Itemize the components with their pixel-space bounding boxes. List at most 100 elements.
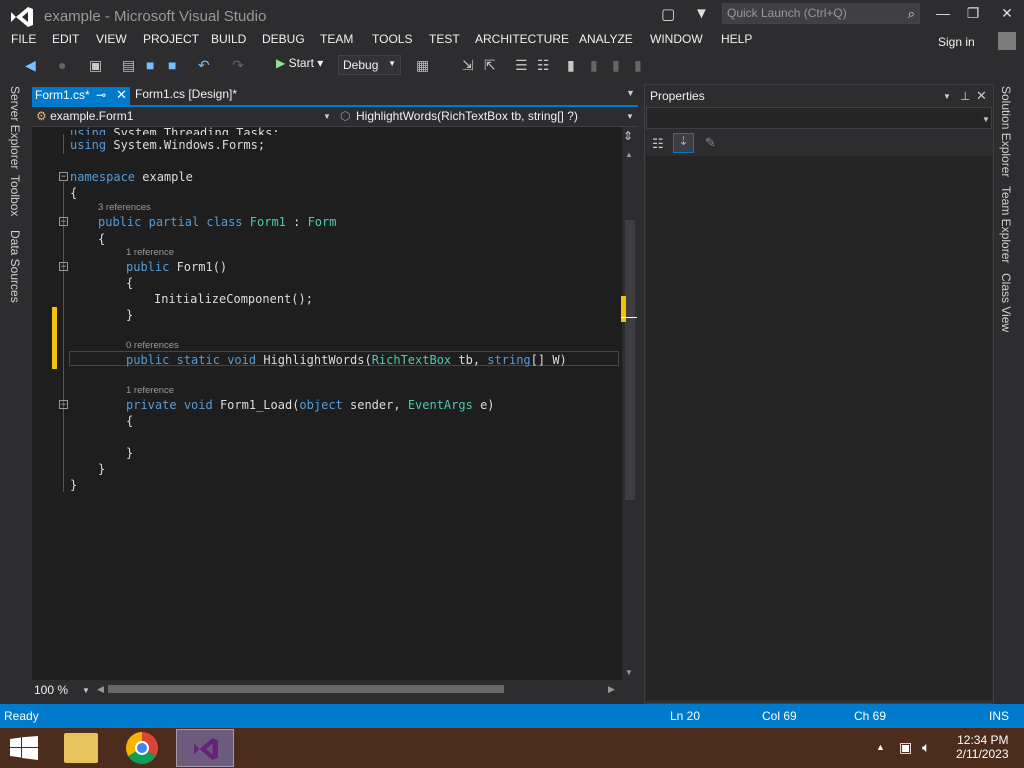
menu-debug[interactable]: DEBUG <box>262 32 305 46</box>
data-sources-tab[interactable]: Data Sources <box>8 230 22 303</box>
collapse-method-icon[interactable]: − <box>59 262 68 271</box>
scroll-right-icon[interactable]: ▶ <box>608 684 615 695</box>
avatar[interactable] <box>998 32 1016 50</box>
bookmark-icon[interactable]: ▮ <box>567 57 575 74</box>
collapse-class-icon[interactable]: − <box>59 217 68 226</box>
windows-start-icon[interactable] <box>10 736 38 760</box>
volume-icon[interactable]: 🔈︎ <box>922 739 930 756</box>
scroll-down-icon[interactable]: ▼ <box>625 668 633 677</box>
sign-in-link[interactable]: Sign in <box>938 35 975 49</box>
pin-icon[interactable]: ⊸ <box>96 88 106 102</box>
file-explorer-icon[interactable] <box>64 733 98 763</box>
redo-icon[interactable]: ↷ <box>232 57 244 74</box>
chevron-down-icon[interactable]: ▼ <box>626 88 635 98</box>
code-line: private void Form1_Load(object sender, E… <box>126 398 495 412</box>
property-pages-icon[interactable]: ✎ <box>705 135 716 151</box>
codelens-references[interactable]: 3 references <box>98 202 151 213</box>
menu-file[interactable]: FILE <box>11 32 36 46</box>
menu-window[interactable]: WINDOW <box>650 32 703 46</box>
chrome-icon[interactable] <box>126 732 158 764</box>
prev-bookmark-icon[interactable]: ▮ <box>590 57 598 74</box>
type-dropdown[interactable]: ⚙ example.Form1 <box>36 109 133 123</box>
step-into-icon[interactable]: ⇲ <box>462 57 474 74</box>
scroll-left-icon[interactable]: ◀ <box>97 684 104 695</box>
visual-studio-logo-icon <box>11 7 33 27</box>
next-bookmark-icon[interactable]: ▮ <box>612 57 620 74</box>
horizontal-scroll-thumb[interactable] <box>108 685 504 693</box>
member-dropdown[interactable]: HighlightWords(RichTextBox tb, string[] … <box>356 109 578 123</box>
toolbox-tab[interactable]: Toolbox <box>8 175 22 216</box>
code-line: } <box>98 462 106 476</box>
open-file-icon[interactable]: ▤ <box>122 57 135 74</box>
clock-date: 2/11/2023 <box>956 747 1009 761</box>
start-debugging-button[interactable]: ▶ Start ▾ <box>276 56 323 70</box>
chevron-down-icon[interactable]: ▼ <box>626 112 634 121</box>
undo-icon[interactable]: ↶ <box>198 57 210 74</box>
caret-position-marker <box>621 317 637 318</box>
editor-gutter <box>32 127 50 680</box>
split-icon[interactable]: ⇕ <box>623 129 633 143</box>
menu-architecture[interactable]: ARCHITECTURE <box>475 32 569 46</box>
categorized-icon[interactable]: ☷ <box>652 136 664 152</box>
change-marker <box>52 307 57 369</box>
menu-help[interactable]: HELP <box>721 32 752 46</box>
vertical-scroll-thumb[interactable] <box>625 220 635 500</box>
visual-studio-taskbar-button[interactable] <box>176 729 234 767</box>
chevron-down-icon[interactable]: ▼ <box>82 686 90 695</box>
show-hidden-icons-icon[interactable]: ▲ <box>876 742 885 752</box>
save-all-icon[interactable]: ■ <box>168 57 176 73</box>
solution-configuration-dropdown[interactable]: Debug ▼ <box>338 55 401 75</box>
comment-icon[interactable]: ☰ <box>515 57 528 74</box>
team-explorer-tab[interactable]: Team Explorer <box>999 186 1013 263</box>
change-marker <box>621 296 626 322</box>
collapse-namespace-icon[interactable]: − <box>59 172 68 181</box>
fold-guide <box>63 134 64 154</box>
menu-test[interactable]: TEST <box>429 32 460 46</box>
forward-icon[interactable]: ● <box>58 57 66 73</box>
filter-icon[interactable]: ▼ <box>694 5 709 22</box>
chevron-down-icon[interactable]: ▼ <box>982 115 990 124</box>
save-icon[interactable]: ■ <box>146 57 154 73</box>
restore-button[interactable]: ❐ <box>962 5 984 22</box>
chevron-down-icon[interactable]: ▼ <box>943 92 951 101</box>
chevron-down-icon[interactable]: ▼ <box>323 112 331 121</box>
tab-form1-design[interactable]: Form1.cs [Design]* <box>135 87 237 101</box>
uncomment-icon[interactable]: ☷ <box>537 57 550 74</box>
menu-project[interactable]: PROJECT <box>143 32 199 46</box>
codelens-references[interactable]: 1 reference <box>126 247 174 258</box>
network-icon[interactable]: ▣ <box>899 739 912 756</box>
step-over-icon[interactable]: ⇱ <box>484 57 496 74</box>
search-icon[interactable]: ⌕ <box>908 6 915 22</box>
alphabetical-icon[interactable]: ⇣ <box>673 133 694 153</box>
zoom-dropdown[interactable]: 100 % <box>34 683 68 697</box>
pin-icon[interactable]: ⊥ <box>960 89 970 103</box>
properties-grid <box>646 156 992 700</box>
menu-analyze[interactable]: ANALYZE <box>579 32 633 46</box>
tab-form1-cs[interactable]: Form1.cs* ⊸ ✕ <box>32 87 130 105</box>
code-line: namespace example <box>70 170 193 184</box>
menu-view[interactable]: VIEW <box>96 32 127 46</box>
back-icon[interactable]: ◀ <box>25 57 36 74</box>
minimize-button[interactable]: — <box>932 5 954 21</box>
collapse-method-icon[interactable]: − <box>59 400 68 409</box>
properties-object-dropdown[interactable] <box>646 107 992 129</box>
close-icon[interactable]: ✕ <box>116 87 127 103</box>
codelens-references[interactable]: 1 reference <box>126 385 174 396</box>
feedback-icon[interactable]: ▢ <box>661 5 675 23</box>
server-explorer-tab[interactable]: Server Explorer <box>8 86 22 169</box>
menu-build[interactable]: BUILD <box>211 32 246 46</box>
find-in-files-icon[interactable]: ▦ <box>416 57 429 74</box>
taskbar-clock[interactable]: 12:34 PM 2/11/2023 <box>956 733 1009 761</box>
clear-bookmarks-icon[interactable]: ▮ <box>634 57 642 74</box>
menu-team[interactable]: TEAM <box>320 32 353 46</box>
scroll-up-icon[interactable]: ▲ <box>625 150 633 159</box>
quick-launch-input[interactable]: Quick Launch (Ctrl+Q) ⌕ <box>722 3 920 24</box>
codelens-references[interactable]: 0 references <box>126 340 179 351</box>
menu-tools[interactable]: TOOLS <box>372 32 412 46</box>
close-window-button[interactable]: ✕ <box>996 5 1018 22</box>
class-view-tab[interactable]: Class View <box>999 273 1013 332</box>
solution-explorer-tab[interactable]: Solution Explorer <box>999 86 1013 177</box>
menu-edit[interactable]: EDIT <box>52 32 79 46</box>
new-project-icon[interactable]: ▣ <box>89 57 102 74</box>
close-icon[interactable]: ✕ <box>976 88 987 104</box>
